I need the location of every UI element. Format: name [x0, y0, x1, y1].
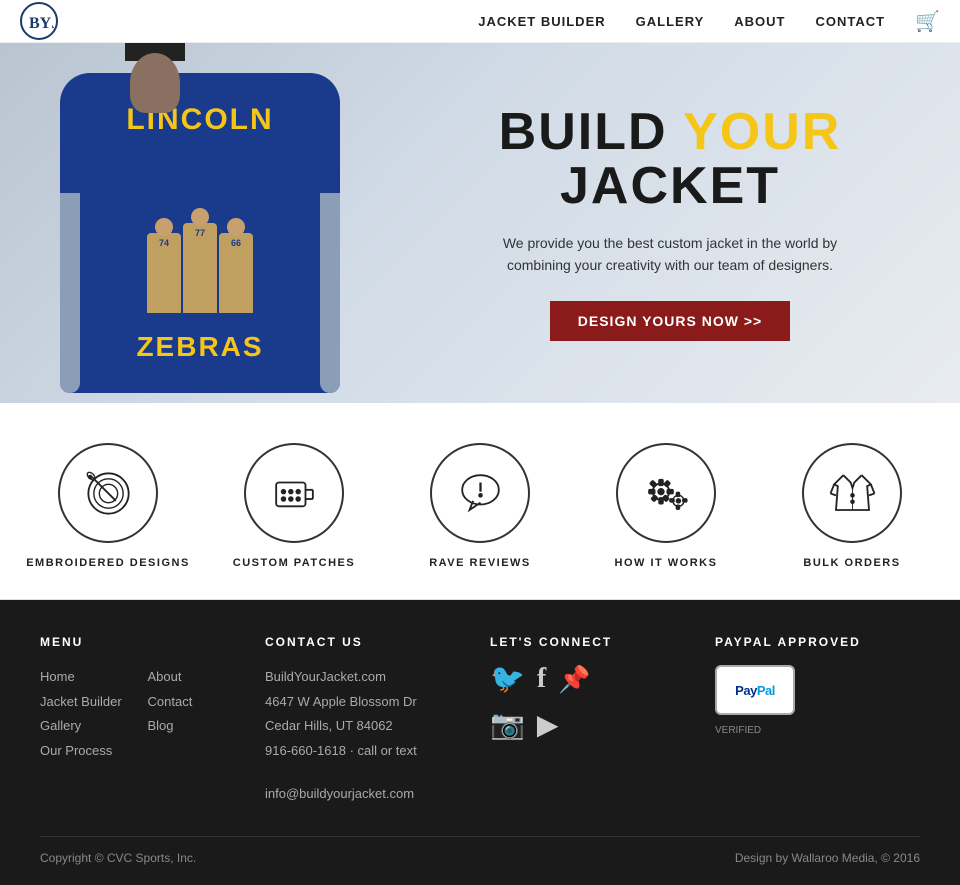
footer-grid: MENU Home About Jacket Builder Contact G… [40, 635, 920, 806]
paypal-badge[interactable]: PayPal [715, 665, 795, 715]
instagram-icon[interactable]: 📷 [490, 711, 525, 739]
design-credit: Design by Wallaroo Media, © 2016 [735, 851, 920, 865]
footer-paypal-col: PAYPAL APPROVED PayPal VERIFIED [715, 635, 920, 806]
patches-icon [267, 466, 322, 521]
youtube-icon[interactable]: ▶ [537, 711, 559, 739]
footer-menu-title: MENU [40, 635, 245, 649]
patches-label: CUSTOM PATCHES [233, 557, 355, 569]
paypal-verified: VERIFIED [715, 721, 920, 740]
footer-nav-blog[interactable]: Blog [148, 714, 246, 739]
player-1: 74 [147, 233, 181, 313]
player-jersey-3: 66 [219, 238, 253, 248]
embroidered-icon-circle [58, 443, 158, 543]
nav-contact[interactable]: CONTACT [816, 14, 886, 29]
feature-embroidered[interactable]: EMBROIDERED DESIGNS [23, 443, 193, 569]
hero-section: LINCOLN 74 77 66 ZEBRAS BUILD YOUR JACK [0, 43, 960, 403]
logo[interactable]: BYJ [20, 2, 58, 40]
patches-icon-circle [244, 443, 344, 543]
reviews-label: RAVE REVIEWS [429, 557, 531, 569]
svg-text:BYJ: BYJ [29, 15, 54, 32]
feature-how-it-works[interactable]: HOW IT WORKS [581, 443, 751, 569]
footer-nav-grid: Home About Jacket Builder Contact Galler… [40, 665, 245, 764]
footer-website: BuildYourJacket.com [265, 665, 470, 690]
hero-title-build: BUILD [499, 103, 683, 161]
speech-icon [453, 466, 508, 521]
footer-connect-title: LET'S CONNECT [490, 635, 695, 649]
footer-social-icons-row2: 📷 ▶ [490, 711, 695, 739]
player-jersey-2: 77 [183, 228, 217, 238]
pinterest-icon[interactable]: 📌 [558, 666, 590, 692]
paypal-logo: PayPal [735, 683, 775, 698]
footer-nav-our-process[interactable]: Our Process [40, 739, 138, 764]
hero-title-jacket: JACKET [560, 157, 780, 215]
main-nav: BYJ JACKET BUILDER GALLERY ABOUT CONTACT… [0, 0, 960, 43]
head [130, 53, 180, 113]
jacket-body: LINCOLN 74 77 66 ZEBRAS [60, 73, 340, 393]
twitter-icon[interactable]: 🐦 [490, 665, 525, 693]
reviews-icon-circle [430, 443, 530, 543]
player-3: 66 [219, 233, 253, 313]
player-2: 77 [183, 223, 217, 313]
hero-title-your: YOUR [683, 103, 841, 161]
jacket-lincoln-text: LINCOLN [60, 103, 340, 137]
embroidered-label: EMBROIDERED DESIGNS [26, 557, 190, 569]
design-cta-button[interactable]: DESIGN YOURS NOW >> [550, 301, 790, 341]
hero-subtitle: We provide you the best custom jacket in… [470, 232, 870, 277]
footer-nav-home[interactable]: Home [40, 665, 138, 690]
footer-email[interactable]: info@buildyourjacket.com [265, 782, 470, 807]
hero-text-block: BUILD YOUR JACKET We provide you the bes… [410, 43, 930, 403]
footer-bottom: Copyright © CVC Sports, Inc. Design by W… [40, 836, 920, 865]
footer-nav-gallery[interactable]: Gallery [40, 714, 138, 739]
footer-paypal-title: PAYPAL APPROVED [715, 635, 920, 649]
facebook-icon[interactable]: f [537, 665, 546, 693]
jacket-zebras-text: ZEBRAS [60, 331, 340, 363]
footer-address: 4647 W Apple Blossom Dr [265, 690, 470, 715]
feature-bulk-orders[interactable]: BULK ORDERS [767, 443, 937, 569]
hero-title: BUILD YOUR JACKET [410, 105, 930, 214]
feature-reviews[interactable]: RAVE REVIEWS [395, 443, 565, 569]
nav-links: JACKET BUILDER GALLERY ABOUT CONTACT 🛒 [478, 9, 940, 34]
needle-icon [81, 466, 136, 521]
footer-city: Cedar Hills, UT 84062 [265, 714, 470, 739]
footer-social-icons: 🐦 f 📌 [490, 665, 695, 693]
bulk-orders-label: BULK ORDERS [803, 557, 900, 569]
jacket-icon [825, 466, 880, 521]
copyright-text: Copyright © CVC Sports, Inc. [40, 851, 196, 865]
features-section: EMBROIDERED DESIGNS CUSTOM PATCHES [0, 403, 960, 599]
footer-contact-col: CONTACT US BuildYourJacket.com 4647 W Ap… [265, 635, 470, 806]
nav-about[interactable]: ABOUT [734, 14, 785, 29]
footer-nav-contact[interactable]: Contact [148, 690, 246, 715]
how-it-works-icon-circle [616, 443, 716, 543]
feature-patches[interactable]: CUSTOM PATCHES [209, 443, 379, 569]
footer-nav-jacket-builder[interactable]: Jacket Builder [40, 690, 138, 715]
footer-phone: 916-660-1618 · call or text [265, 739, 470, 764]
gears-icon [639, 466, 694, 521]
hero-jacket-image: LINCOLN 74 77 66 ZEBRAS [0, 43, 420, 403]
cart-icon[interactable]: 🛒 [915, 9, 940, 34]
bulk-orders-icon-circle [802, 443, 902, 543]
jacket-players: 74 77 66 [70, 153, 330, 313]
footer-social-col: LET'S CONNECT 🐦 f 📌 📷 ▶ [490, 635, 695, 806]
how-it-works-label: HOW IT WORKS [615, 557, 718, 569]
nav-jacket-builder[interactable]: JACKET BUILDER [478, 14, 605, 29]
nav-gallery[interactable]: GALLERY [636, 14, 705, 29]
footer: MENU Home About Jacket Builder Contact G… [0, 600, 960, 885]
footer-nav-about[interactable]: About [148, 665, 246, 690]
footer-menu-col: MENU Home About Jacket Builder Contact G… [40, 635, 245, 806]
player-jersey-1: 74 [147, 238, 181, 248]
footer-contact-title: CONTACT US [265, 635, 470, 649]
